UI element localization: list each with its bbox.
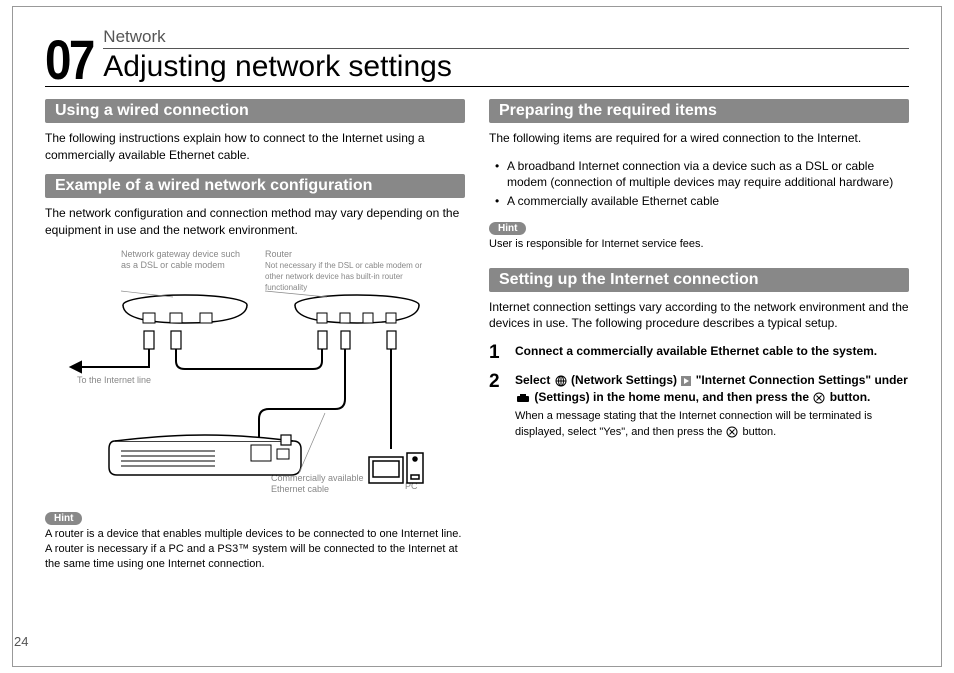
required-items-list: A broadband Internet connection via a de… bbox=[489, 158, 909, 210]
settings-icon bbox=[516, 393, 530, 403]
hint-badge: Hint bbox=[489, 222, 526, 235]
step2-note-b: button. bbox=[739, 426, 776, 438]
x-button-icon bbox=[813, 392, 825, 404]
step-title: Connect a commercially available Etherne… bbox=[515, 343, 909, 360]
step2-text-d: (Settings) in the home menu, and then pr… bbox=[531, 390, 812, 404]
left-column: Using a wired connection The following i… bbox=[45, 99, 465, 572]
ps3-plug bbox=[281, 435, 291, 445]
content-columns: Using a wired connection The following i… bbox=[45, 99, 909, 572]
step-body: Connect a commercially available Etherne… bbox=[515, 343, 909, 362]
hint-badge: Hint bbox=[45, 512, 82, 525]
right-column: Preparing the required items The followi… bbox=[489, 99, 909, 572]
cable-plugs-top bbox=[144, 331, 396, 349]
pc-icon bbox=[369, 453, 423, 483]
body-example-intro: The network configuration and connection… bbox=[45, 205, 465, 238]
header-top-row: 07 Network Adjusting network settings bbox=[45, 27, 909, 84]
step2-note-a: When a message stating that the Internet… bbox=[515, 410, 872, 437]
step2-text-e: button. bbox=[826, 390, 870, 404]
list-item: A broadband Internet connection via a de… bbox=[499, 158, 909, 192]
chapter-category: Network bbox=[103, 27, 909, 49]
step-note: When a message stating that the Internet… bbox=[515, 409, 909, 440]
page-number: 24 bbox=[14, 634, 28, 649]
body-preparing: The following items are required for a w… bbox=[489, 130, 909, 147]
hint-text-router: A router is a device that enables multip… bbox=[45, 527, 465, 572]
title-underline bbox=[45, 86, 909, 87]
section-bar-setup: Setting up the Internet connection bbox=[489, 268, 909, 292]
console-icon bbox=[109, 435, 301, 475]
section-bar-wired: Using a wired connection bbox=[45, 99, 465, 123]
network-settings-icon bbox=[555, 375, 567, 387]
list-item: A commercially available Ethernet cable bbox=[499, 193, 909, 210]
diagram-svg bbox=[45, 249, 465, 504]
step2-text-b: (Network Settings) bbox=[568, 373, 681, 387]
x-button-icon bbox=[726, 426, 738, 438]
step-number: 1 bbox=[489, 343, 505, 362]
section-bar-preparing: Preparing the required items bbox=[489, 99, 909, 123]
step2-text-c: "Internet Connection Settings" under bbox=[692, 373, 907, 387]
step-number: 2 bbox=[489, 372, 505, 440]
network-diagram: Network gateway device such as a DSL or … bbox=[45, 249, 465, 504]
header-titles: Network Adjusting network settings bbox=[103, 27, 909, 84]
page-header: 07 Network Adjusting network settings bbox=[45, 27, 909, 87]
modem-icon bbox=[121, 291, 247, 323]
page-frame: 07 Network Adjusting network settings Us… bbox=[12, 6, 942, 667]
body-wired-intro: The following instructions explain how t… bbox=[45, 130, 465, 163]
section-bar-example: Example of a wired network configuration bbox=[45, 174, 465, 198]
cables bbox=[71, 349, 391, 449]
step2-text-a: Select bbox=[515, 373, 554, 387]
body-setup: Internet connection settings vary accord… bbox=[489, 299, 909, 332]
hint-block-left: Hint A router is a device that enables m… bbox=[45, 508, 465, 572]
router-icon bbox=[265, 291, 419, 323]
hint-text-fees: User is responsible for Internet service… bbox=[489, 237, 909, 252]
arrow-right-icon bbox=[681, 376, 691, 386]
page-title: Adjusting network settings bbox=[103, 50, 909, 84]
step-body: Select (Network Settings) "Internet Conn… bbox=[515, 372, 909, 440]
chapter-number: 07 bbox=[45, 36, 93, 84]
hint-block-fees: Hint User is responsible for Internet se… bbox=[489, 218, 909, 252]
step-title: Select (Network Settings) "Internet Conn… bbox=[515, 372, 909, 406]
step-1: 1 Connect a commercially available Ether… bbox=[489, 343, 909, 362]
cable-label-line bbox=[299, 413, 325, 473]
step-2: 2 Select (Network Settings) "Internet Co… bbox=[489, 372, 909, 440]
